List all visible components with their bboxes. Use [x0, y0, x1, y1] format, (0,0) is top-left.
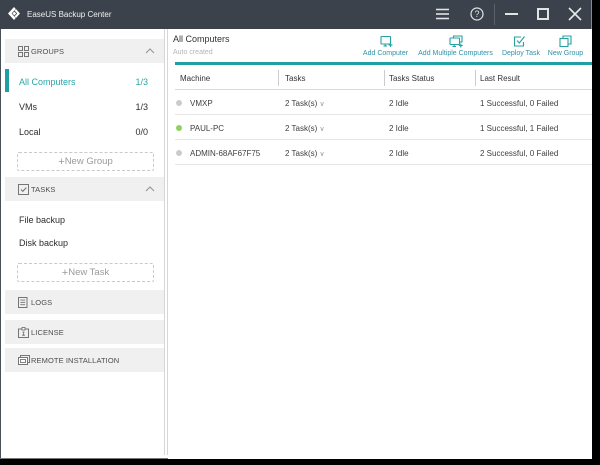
svg-text:?: ? — [474, 9, 479, 19]
